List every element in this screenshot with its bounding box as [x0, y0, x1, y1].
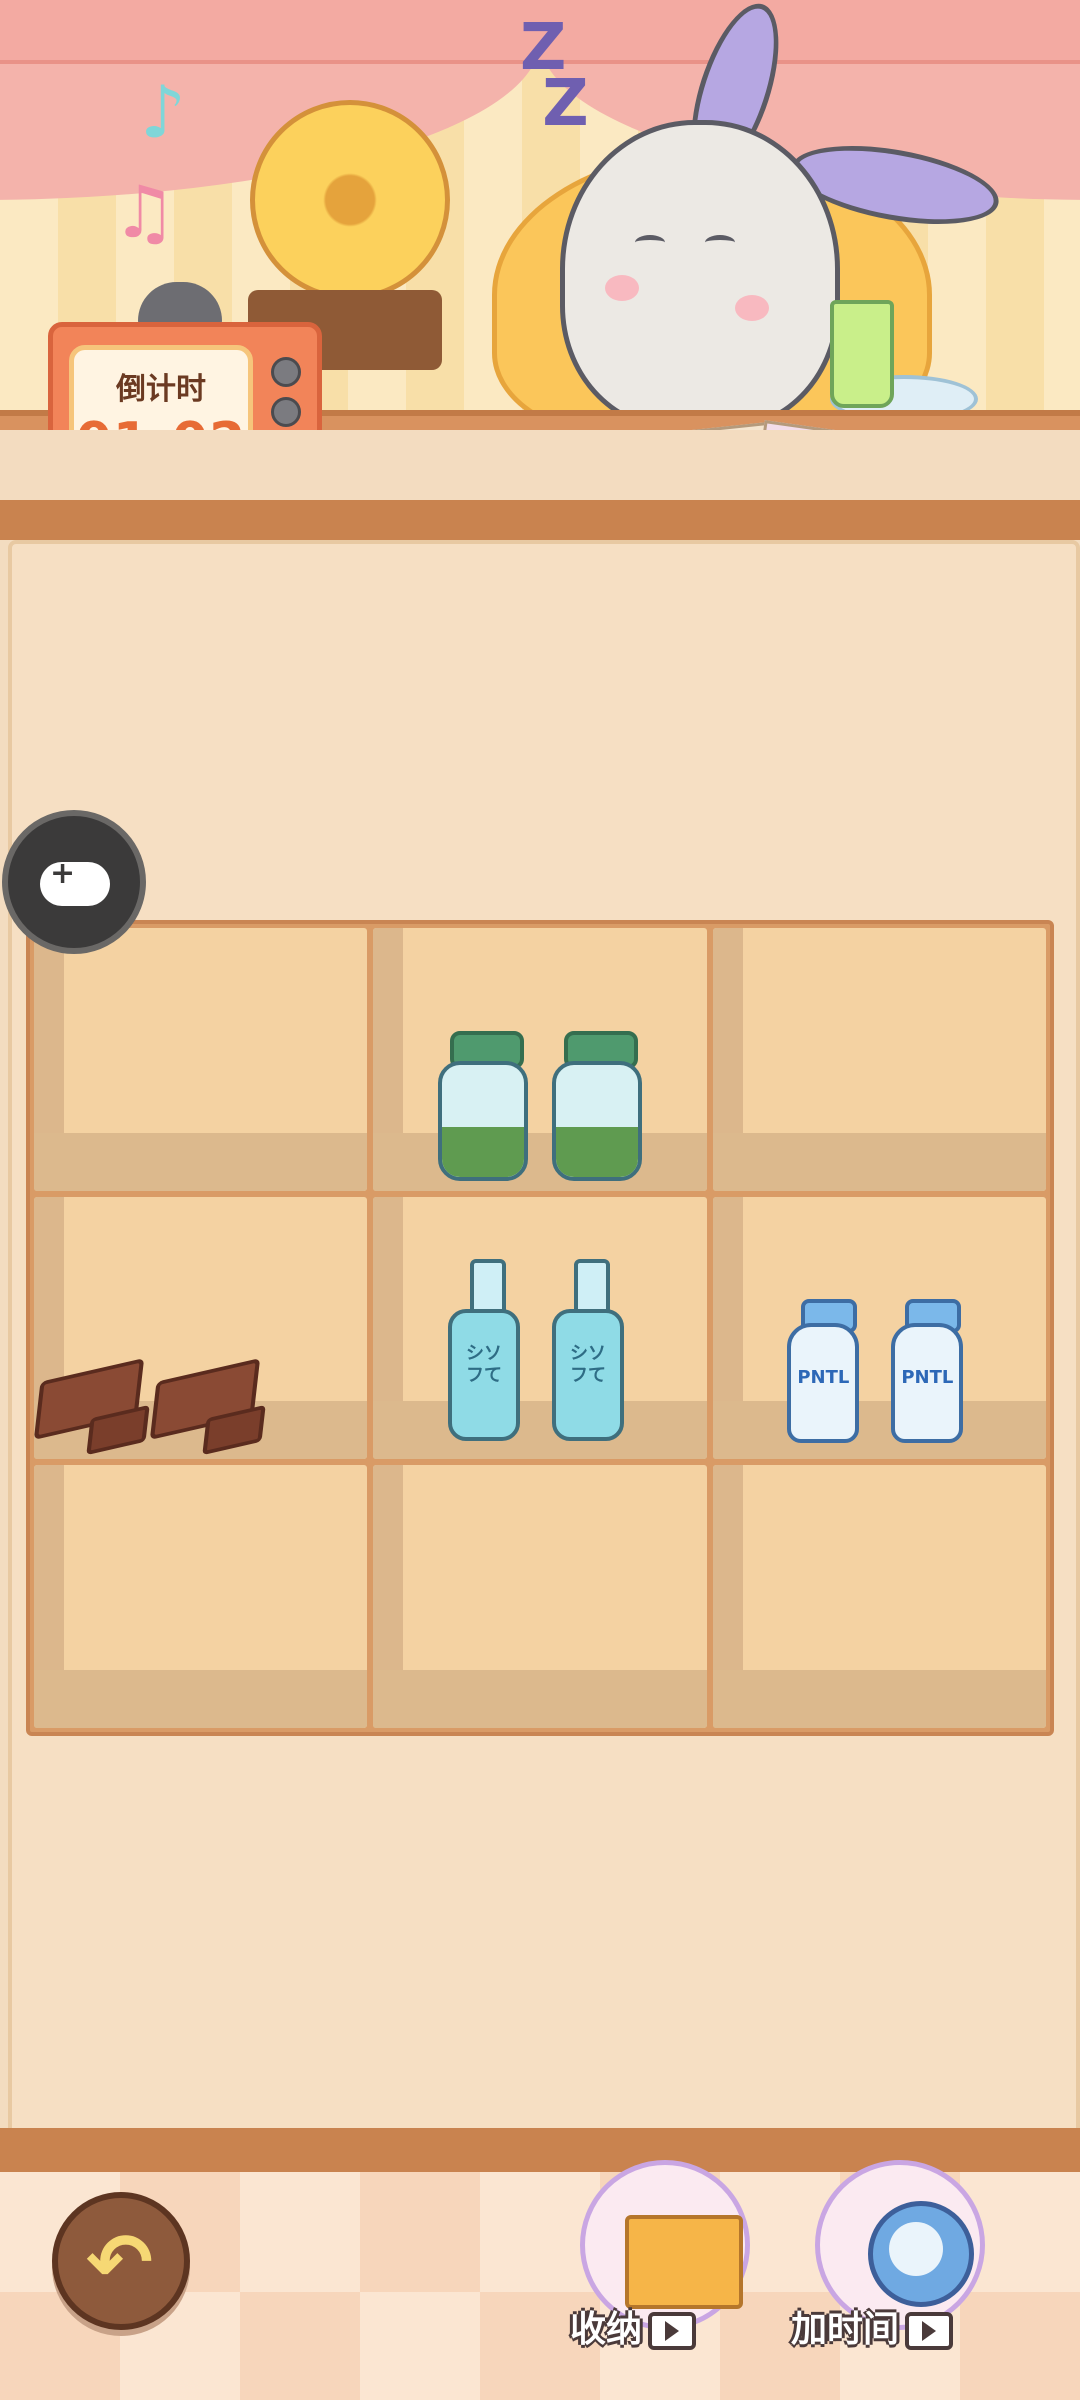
add-time-button-label-row: 加时间: [791, 2300, 991, 2352]
cell-items: [34, 1269, 353, 1456]
soap-bottle-item[interactable]: シソ フて: [447, 1259, 528, 1449]
shelf-cell[interactable]: [712, 1465, 1046, 1728]
countdown-label: 倒计时: [116, 372, 206, 407]
shelf-cell[interactable]: PNTL PNTL: [712, 1196, 1046, 1460]
add-time-button[interactable]: 加时间: [791, 2160, 985, 2350]
add-time-button-label: 加时间: [791, 2309, 900, 2350]
video-ad-icon: [905, 2312, 954, 2350]
cell-items: シソ フて シソ フて: [387, 1259, 692, 1449]
alarm-clock-icon: [868, 2201, 974, 2307]
green-jar-item[interactable]: [551, 1030, 642, 1181]
soap-label: シソ フて: [551, 1309, 624, 1442]
shelf-grid: シソ フて シソ フて PNTL PNTL: [26, 920, 1054, 1736]
countdown-time: 01:02: [74, 412, 248, 430]
milk-bottle-item[interactable]: PNTL: [891, 1299, 971, 1449]
undo-button[interactable]: ↶: [52, 2192, 190, 2330]
soap-label: シソ フて: [447, 1309, 520, 1442]
gamepad-icon: [40, 856, 110, 906]
shelf-cell[interactable]: [34, 928, 368, 1191]
shelf-cell[interactable]: [34, 1465, 368, 1728]
shelf-cell[interactable]: [373, 928, 707, 1191]
shelf-lip: [0, 500, 1080, 540]
gamepad-button[interactable]: [2, 810, 146, 954]
storage-button-label-row: 收纳: [570, 2300, 770, 2352]
music-note-icon: ♪: [140, 70, 186, 154]
drink-glass-icon: [830, 300, 894, 408]
tv-knob-icon: [271, 397, 301, 427]
sleep-z-icon: Z Z: [520, 11, 589, 141]
chocolate-item[interactable]: [149, 1358, 266, 1456]
tv-knob-icon: [271, 357, 301, 387]
undo-arrow-icon: ↶: [86, 2216, 154, 2309]
top-scene: ♪ ♫ Z Z 倒计时 01:02: [0, 0, 1080, 430]
shelf-cell[interactable]: シソ フて シソ フて: [373, 1196, 707, 1460]
rabbit-eye: [705, 235, 735, 250]
countdown-screen: 倒计时 01:02: [69, 345, 253, 430]
milk-label: PNTL: [891, 1323, 964, 1444]
storage-button[interactable]: 收纳: [570, 2160, 750, 2350]
cell-items: [387, 1001, 692, 1181]
countdown-tv: 倒计时 01:02: [48, 322, 322, 430]
milk-label: PNTL: [787, 1323, 860, 1444]
video-ad-icon: [648, 2312, 697, 2350]
rabbit-cheek: [735, 295, 769, 321]
chocolate-item[interactable]: [34, 1358, 150, 1456]
shelf-cell[interactable]: [373, 1465, 707, 1728]
soap-bottle-item[interactable]: シソ フて: [551, 1259, 632, 1449]
rabbit-cheek: [605, 275, 639, 301]
shelf-cell[interactable]: [34, 1196, 368, 1460]
milk-bottle-item[interactable]: PNTL: [787, 1299, 867, 1449]
storage-button-label: 收纳: [570, 2309, 643, 2350]
green-jar-item[interactable]: [437, 1030, 528, 1181]
gramophone-horn-icon: [250, 100, 450, 300]
open-box-icon: [625, 2215, 743, 2309]
music-note-icon: ♫: [112, 170, 177, 254]
rabbit-eye: [635, 235, 665, 250]
sleeping-rabbit-icon: [560, 120, 840, 430]
cell-items: PNTL PNTL: [727, 1269, 1032, 1449]
shelf-cell[interactable]: [712, 928, 1046, 1191]
